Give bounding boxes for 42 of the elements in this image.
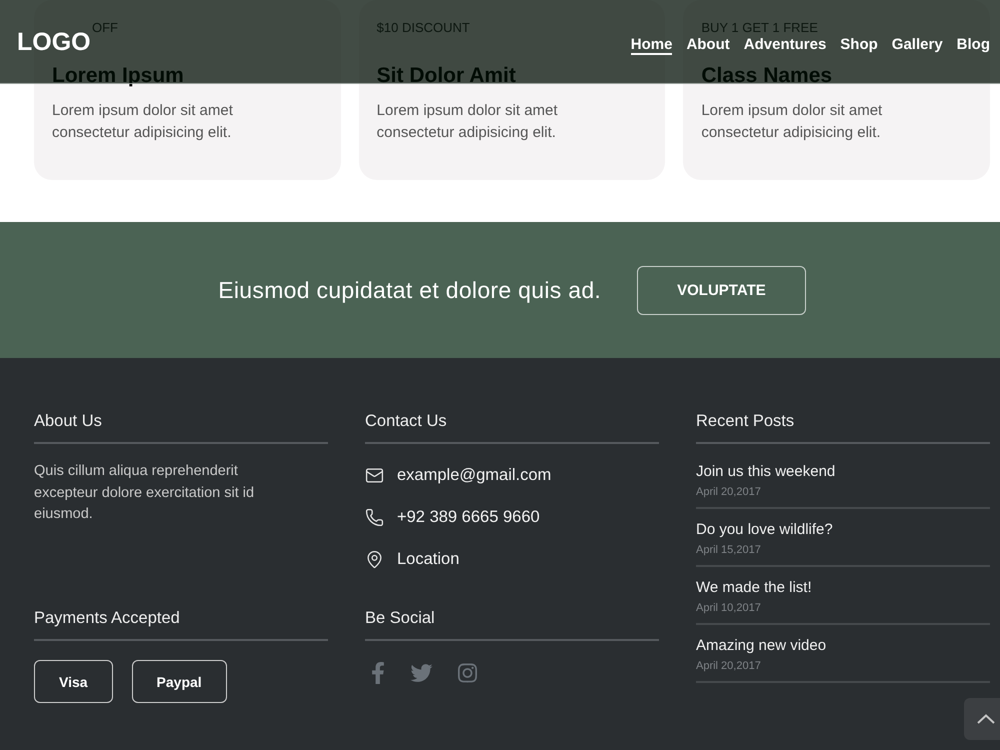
nav-link[interactable]: Blog xyxy=(956,36,990,55)
post-title-link[interactable]: Amazing new video xyxy=(696,636,826,656)
instagram-icon[interactable] xyxy=(458,662,477,684)
logo: LOGO xyxy=(17,26,91,56)
about-text: Quis cillum aliqua reprehenderit excepteur dolore exercitation sit id eiusmod. xyxy=(34,462,256,524)
post-date: April 20,2017 xyxy=(696,485,761,499)
contact-text: example@gmail.com xyxy=(397,465,552,486)
twitter-icon[interactable] xyxy=(410,662,433,684)
cta-text: Eiusmod cupidatat et dolore quis ad. xyxy=(218,276,602,304)
footer-heading: Contact Us xyxy=(365,411,447,432)
email-icon xyxy=(365,466,384,484)
post-date: April 10,2017 xyxy=(696,601,761,615)
offer-title: Sit Dolor Amit xyxy=(376,63,516,89)
payment-button[interactable]: Visa xyxy=(34,660,113,703)
post-title-link[interactable]: Do you love wildlife? xyxy=(696,520,833,540)
contact-text: +92 389 6665 9660 xyxy=(397,507,540,528)
nav-link[interactable]: Shop xyxy=(840,36,878,55)
offer-text: Lorem ipsum dolor sit amet consectetur adipisicing elit. xyxy=(52,101,234,143)
footer-heading: Be Social xyxy=(365,608,435,629)
footer-heading: Payments Accepted xyxy=(34,608,180,629)
payment-button[interactable]: Paypal xyxy=(132,660,227,703)
offer-text: Lorem ipsum dolor sit amet consectetur adipisicing elit. xyxy=(701,101,884,143)
post-title-link[interactable]: We made the list! xyxy=(696,578,812,598)
nav-link[interactable]: About xyxy=(686,36,730,55)
post-date: April 15,2017 xyxy=(696,543,761,557)
cta-button[interactable]: VOLUPTATE xyxy=(637,266,806,314)
map-pin-icon xyxy=(365,550,384,568)
offer-title: Class Names xyxy=(701,63,832,89)
footer-heading: About Us xyxy=(34,411,102,432)
nav-link[interactable]: Gallery xyxy=(892,36,943,55)
offer-text: Lorem ipsum dolor sit amet consectetur adipisicing elit. xyxy=(376,101,559,143)
nav-link[interactable]: Home xyxy=(630,36,672,55)
footer-heading: Recent Posts xyxy=(696,411,794,432)
contact-text: Location xyxy=(397,549,460,570)
facebook-icon[interactable] xyxy=(371,662,385,684)
post-title-link[interactable]: Join us this weekend xyxy=(696,462,836,482)
scroll-top-button[interactable] xyxy=(964,698,1000,740)
chevron-up-icon xyxy=(977,714,995,724)
post-date: April 20,2017 xyxy=(696,659,761,673)
nav-link[interactable]: Adventures xyxy=(744,36,826,55)
phone-icon xyxy=(365,508,384,526)
offer-title: Lorem Ipsum xyxy=(52,63,184,89)
